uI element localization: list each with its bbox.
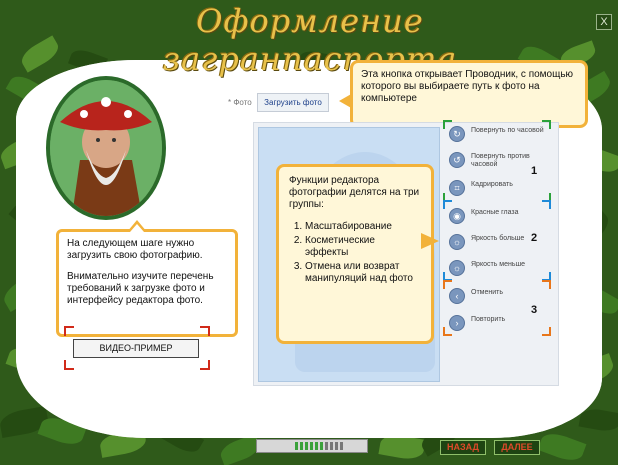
corner-mark [200, 360, 210, 370]
next-button[interactable]: ДАЛЕЕ [494, 440, 540, 455]
list-item: Косметические эффекты [305, 235, 421, 259]
upload-photo-button[interactable]: Загрузить фото [257, 93, 329, 112]
group-number-3: 3 [531, 304, 538, 316]
group-bracket [443, 280, 452, 289]
group-bracket [443, 200, 452, 209]
app-window: Оформление загранпаспорта X На следующем… [0, 0, 618, 465]
tool-label: Кадрировать [471, 181, 513, 188]
photo-field-label: * Фото [228, 98, 252, 107]
close-button[interactable]: X [596, 14, 612, 30]
group-number-1: 1 [531, 165, 538, 177]
group-bracket [542, 280, 551, 289]
progress-segment [310, 442, 313, 450]
progress-segment [305, 442, 308, 450]
tool-red-eye[interactable]: ◉ Красные глаза [443, 204, 553, 226]
progress-segment [335, 442, 338, 450]
progress-segment [325, 442, 328, 450]
corner-mark [200, 326, 210, 336]
corner-mark [64, 360, 74, 370]
group-number-2: 2 [531, 232, 538, 244]
tool-rotate-clockwise[interactable]: ↻ Повернуть по часовой [443, 122, 553, 144]
upload-hint-bubble: Эта кнопка открывает Проводник, с помощь… [339, 60, 588, 128]
back-button[interactable]: НАЗАД [440, 440, 486, 455]
tool-label: Повторить [471, 316, 506, 323]
progress-segment [330, 442, 333, 450]
list-item: Отмена или возврат манипуляций над фото [305, 261, 421, 285]
tool-brightness-down[interactable]: ☼ Яркость меньше [443, 256, 553, 278]
rotate-ccw-icon: ↺ [449, 152, 465, 168]
group-bracket [443, 327, 452, 336]
upload-hint-text: Эта кнопка открывает Проводник, с помощь… [361, 69, 574, 104]
tool-label: Красные глаза [471, 209, 519, 216]
tool-label: Повернуть против часовой [471, 153, 530, 168]
editor-toolbar: ↻ Повернуть по часовой ↺ Повернуть проти… [443, 122, 555, 384]
group-bracket [542, 327, 551, 336]
red-eye-icon: ◉ [449, 208, 465, 224]
editor-functions-list: Масштабирование Косметические эффекты От… [289, 221, 421, 285]
progress-segment [300, 442, 303, 450]
corner-mark [64, 326, 74, 336]
video-example-button[interactable]: ВИДЕО-ПРИМЕР [73, 339, 199, 358]
editor-functions-bubble: Функции редактора фотографии делятся на … [276, 164, 434, 344]
editor-functions-intro: Функции редактора фотографии делятся на … [289, 175, 420, 210]
progress-segment [340, 442, 343, 450]
group-bracket [542, 200, 551, 209]
progress-bar [256, 439, 368, 453]
tool-label: Повернуть по часовой [471, 127, 544, 134]
undo-icon: ‹ [449, 288, 465, 304]
progress-segment [295, 442, 298, 450]
instruction-text-1: На следующем шаге нужно загрузить свою ф… [67, 238, 203, 261]
group-bracket [542, 120, 551, 129]
group-bracket [443, 120, 452, 129]
tool-crop[interactable]: ⌗ Кадрировать [443, 176, 553, 198]
instruction-text-2: Внимательно изучите перечень требований … [67, 271, 214, 306]
tool-label: Яркость больше [471, 235, 525, 242]
leaf-decoration [17, 35, 63, 73]
tool-undo[interactable]: ‹ Отменить [443, 284, 553, 306]
leaf-decoration [578, 406, 618, 434]
wizard-illustration [50, 80, 162, 216]
tool-label: Яркость меньше [471, 261, 526, 268]
tool-label: Отменить [471, 289, 503, 296]
list-item: Масштабирование [305, 221, 421, 233]
progress-segment [315, 442, 318, 450]
leaf-decoration [537, 429, 587, 465]
bubble-tail [421, 233, 439, 249]
avatar [46, 76, 166, 220]
instruction-bubble: На следующем шаге нужно загрузить свою ф… [56, 220, 238, 337]
brightness-up-icon: ☼ [449, 234, 465, 250]
progress-segment [320, 442, 323, 450]
